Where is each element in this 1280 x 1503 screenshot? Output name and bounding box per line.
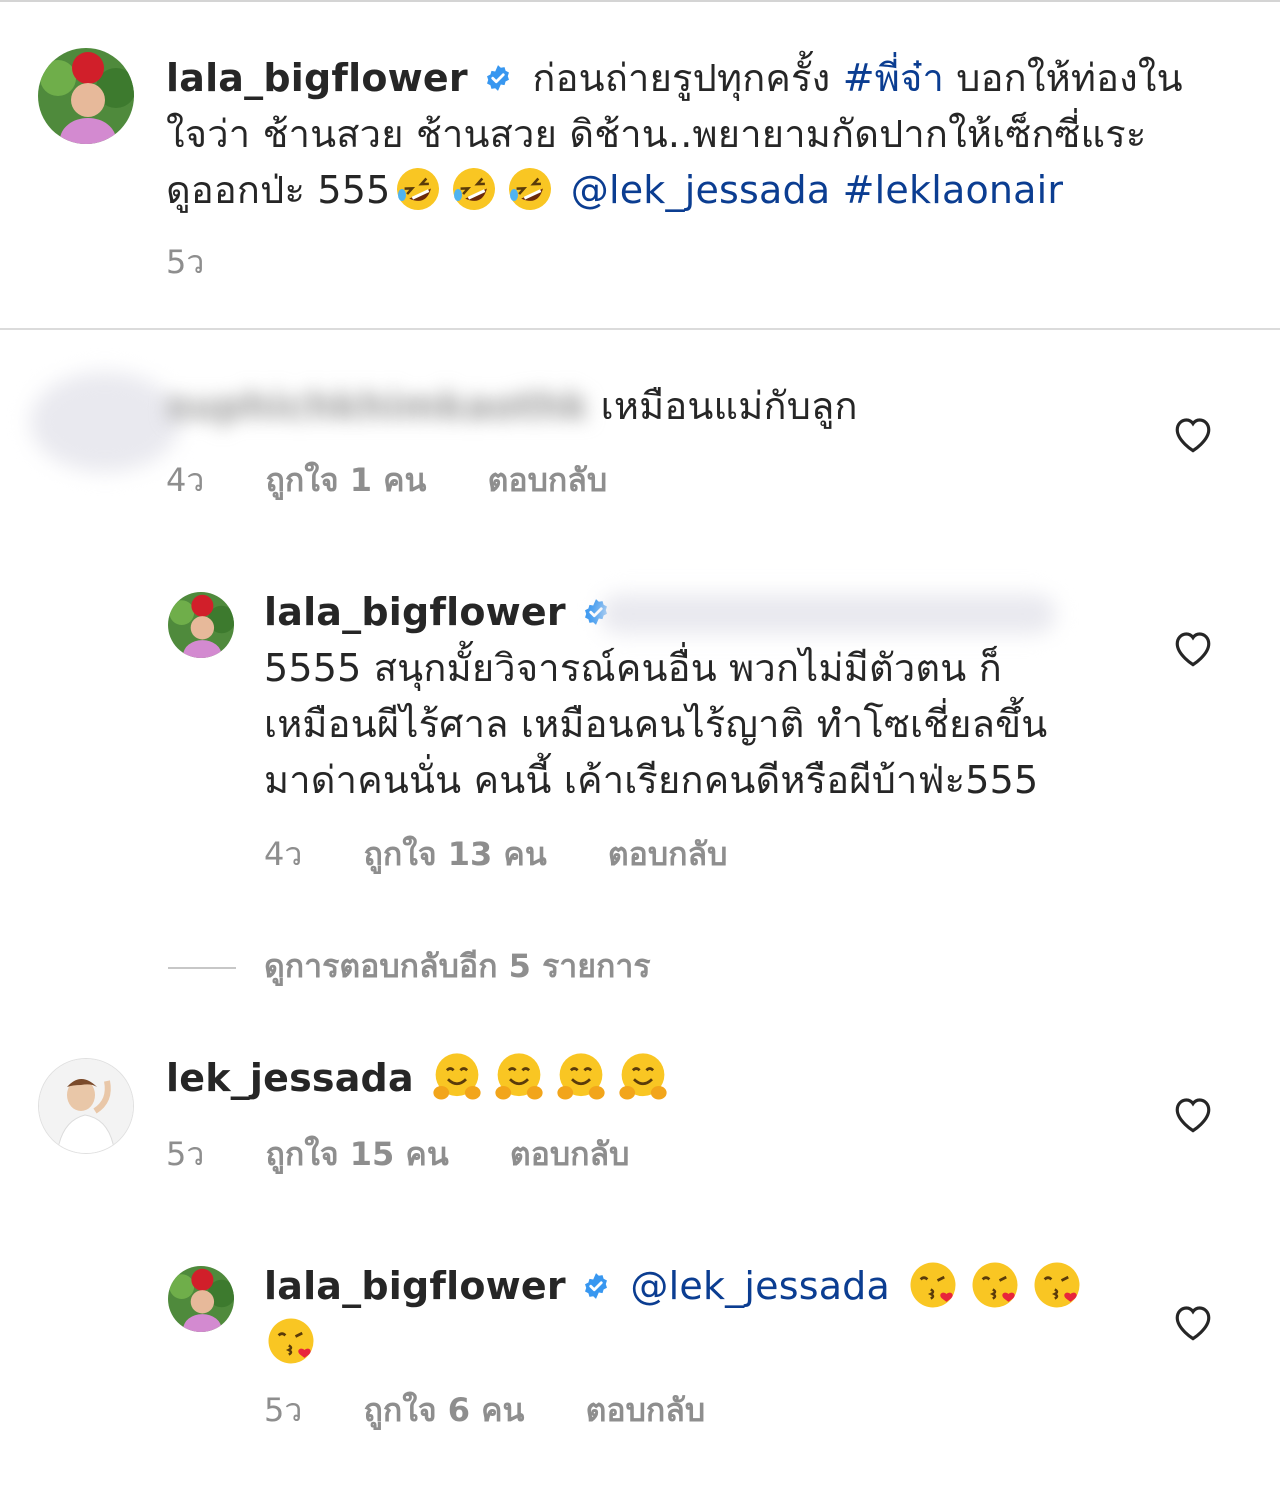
heart-icon[interactable] bbox=[1172, 414, 1214, 454]
hugging-emoji-icon bbox=[495, 1052, 543, 1099]
heart-icon[interactable] bbox=[1172, 1302, 1214, 1342]
caption-hashtag[interactable]: #พี่จ๋า bbox=[843, 56, 944, 100]
reply-username[interactable]: lala_bigflower bbox=[264, 1264, 566, 1308]
caption-text: ดูออกป่ะ 555 bbox=[166, 168, 391, 212]
caption-line-1: lala_bigflower ก่อนถ่ายรูปทุกครั้ง #พี่จ… bbox=[166, 50, 1183, 106]
rofl-emoji-icon bbox=[509, 167, 552, 210]
kiss-emoji-icon bbox=[268, 1318, 314, 1363]
kiss-emoji-icon bbox=[972, 1262, 1018, 1307]
reply-text-line: มาด่าคนนั่น คนนี้ เค้าเรียกคนดีหรือผีบ้า… bbox=[264, 758, 1039, 802]
comment-meta: 4ว ถูกใจ 1 คน ตอบกลับ bbox=[166, 460, 657, 500]
rofl-emoji-icon bbox=[397, 167, 440, 210]
hugging-emoji-icon bbox=[619, 1052, 667, 1099]
reply-button[interactable]: ตอบกลับ bbox=[510, 1134, 630, 1174]
kiss-emoji-icon bbox=[1034, 1262, 1080, 1307]
reply-avatar[interactable] bbox=[168, 592, 234, 658]
comment-time: 4ว bbox=[166, 461, 205, 499]
reply-text-line: 5555 สนุกมั้ยวิจารณ์คนอื่น พวกไม่มีตัวตน… bbox=[264, 646, 1002, 690]
reply-button[interactable]: ตอบกลับ bbox=[608, 834, 728, 874]
reply-line-1: lala_bigflower @lek_jessada bbox=[264, 1258, 1088, 1314]
blurred-mention[interactable] bbox=[600, 594, 1056, 634]
comment-likes[interactable]: ถูกใจ 1 คน bbox=[265, 460, 426, 500]
comment-line: lek_jessada bbox=[166, 1050, 674, 1106]
comment-avatar-blurred[interactable] bbox=[30, 372, 180, 472]
rofl-emoji-icon bbox=[453, 167, 496, 210]
heart-icon[interactable] bbox=[1172, 1094, 1214, 1134]
view-replies-button[interactable]: ดูการตอบกลับอีก 5 รายการ bbox=[168, 944, 651, 988]
top-rule bbox=[0, 0, 1280, 2]
reply-avatar[interactable] bbox=[168, 1266, 234, 1332]
reply-text-line: เหมือนผีไร้ศาล เหมือนคนไร้ญาติ ทำโซเชี่ย… bbox=[264, 702, 1048, 746]
hugging-emoji-icon bbox=[433, 1052, 481, 1099]
comment-line: suphichkhimkaothk เหมือนแม่กับลูก bbox=[166, 378, 858, 434]
caption-username[interactable]: lala_bigflower bbox=[166, 56, 468, 100]
caption-mention[interactable]: @lek_jessada bbox=[571, 168, 831, 212]
reply-likes[interactable]: ถูกใจ 13 คน bbox=[363, 834, 546, 874]
caption-text: บอกให้ท่องใน bbox=[956, 56, 1183, 100]
reply-button[interactable]: ตอบกลับ bbox=[586, 1390, 706, 1430]
reply-line-2 bbox=[264, 1314, 322, 1370]
caption-avatar[interactable] bbox=[38, 48, 134, 144]
reply-time: 5ว bbox=[264, 1391, 303, 1429]
reply-mention[interactable]: @lek_jessada bbox=[630, 1264, 890, 1308]
comment-time: 5ว bbox=[166, 1135, 205, 1173]
comment-username-blurred[interactable]: suphichkhimkaothk bbox=[166, 378, 588, 434]
caption-text: ก่อนถ่ายรูปทุกครั้ง bbox=[532, 56, 831, 100]
reply-meta: 4ว ถูกใจ 13 คน ตอบกลับ bbox=[264, 834, 777, 874]
caption-hashtag[interactable]: #leklaonair bbox=[843, 168, 1064, 212]
comment-meta: 5ว ถูกใจ 15 คน ตอบกลับ bbox=[166, 1134, 679, 1174]
caption-divider bbox=[0, 328, 1280, 330]
caption-line-3: ดูออกป่ะ 555 @lek_jessada #leklaonair bbox=[166, 162, 1063, 218]
reply-likes[interactable]: ถูกใจ 6 คน bbox=[363, 1390, 524, 1430]
verified-badge-icon bbox=[585, 1272, 608, 1299]
caption-time: 5ว bbox=[166, 243, 205, 281]
reply-time: 4ว bbox=[264, 835, 303, 873]
comment-text: เหมือนแม่กับลูก bbox=[600, 384, 858, 428]
verified-badge-icon bbox=[487, 64, 510, 91]
kiss-emoji-icon bbox=[910, 1262, 956, 1307]
view-replies-dash bbox=[168, 967, 236, 969]
reply-line-1: lala_bigflower bbox=[264, 584, 618, 640]
reply-button[interactable]: ตอบกลับ bbox=[488, 460, 608, 500]
caption-line-2: ใจว่า ช้านสวย ช้านสวย ดิช้าน..พยายามกัดป… bbox=[166, 112, 1147, 156]
reply-username[interactable]: lala_bigflower bbox=[264, 590, 566, 634]
comment-username[interactable]: lek_jessada bbox=[166, 1056, 414, 1100]
heart-icon[interactable] bbox=[1172, 628, 1214, 668]
view-replies-label: ดูการตอบกลับอีก 5 รายการ bbox=[264, 947, 651, 985]
caption-meta: 5ว bbox=[166, 242, 254, 282]
comment-likes[interactable]: ถูกใจ 15 คน bbox=[265, 1134, 448, 1174]
comment-avatar[interactable] bbox=[38, 1058, 134, 1154]
hugging-emoji-icon bbox=[557, 1052, 605, 1099]
reply-meta: 5ว ถูกใจ 6 คน ตอบกลับ bbox=[264, 1390, 755, 1430]
